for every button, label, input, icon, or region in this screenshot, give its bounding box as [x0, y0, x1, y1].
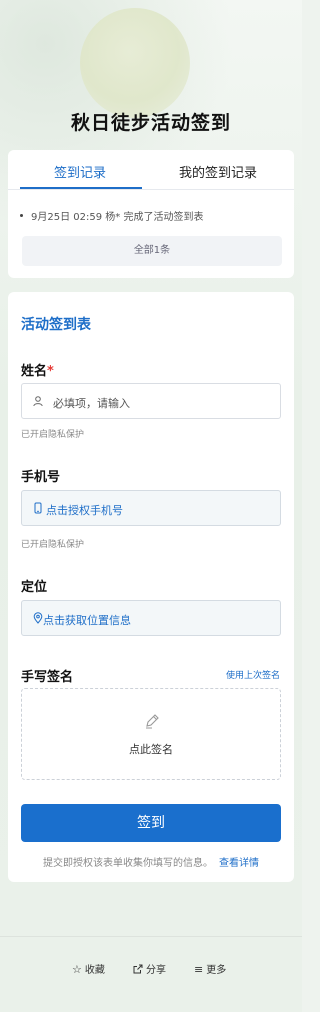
- name-input[interactable]: 必填项，请输入: [21, 383, 281, 419]
- favorite-button[interactable]: ☆ 收藏: [72, 961, 105, 976]
- phone-label: 手机号: [21, 470, 61, 485]
- share-button[interactable]: 分享: [133, 961, 166, 976]
- active-tab-indicator: [20, 187, 142, 189]
- pen-icon: [146, 714, 159, 729]
- record-item: 9月25日 02:59 杨* 完成了活动签到表: [20, 208, 203, 223]
- consent-text: 提交即授权该表单收集你填写的信息。: [43, 858, 213, 869]
- signature-pad[interactable]: 点此签名: [21, 688, 281, 780]
- required-mark: *: [47, 364, 54, 379]
- record-user: 杨*: [105, 212, 121, 223]
- authorize-phone-field[interactable]: 点击授权手机号: [21, 490, 281, 526]
- view-details-link[interactable]: 查看详情: [219, 858, 259, 869]
- share-icon: [133, 964, 143, 974]
- authorize-phone-text: 点击授权手机号: [46, 504, 123, 517]
- records-tabs: 签到记录 我的签到记录: [8, 150, 294, 190]
- star-icon: ☆: [72, 963, 82, 976]
- more-button[interactable]: ≡ 更多: [194, 961, 226, 976]
- name-label: 姓名*: [21, 360, 54, 379]
- get-location-field[interactable]: 点击获取位置信息: [21, 600, 281, 636]
- more-label: 更多: [206, 965, 227, 976]
- record-time: 9月25日 02:59: [31, 212, 103, 223]
- signature-label: 手写签名: [21, 670, 74, 685]
- favorite-label: 收藏: [84, 965, 105, 976]
- bottom-toolbar: ☆ 收藏 分享 ≡ 更多: [0, 936, 302, 1012]
- phone-icon: [34, 502, 42, 514]
- signature-placeholder: 点此签名: [129, 743, 173, 756]
- name-label-text: 姓名: [21, 364, 48, 379]
- use-last-signature-link[interactable]: 使用上次签名: [226, 668, 280, 681]
- records-card: 签到记录 我的签到记录 9月25日 02:59 杨* 完成了活动签到表 全部1条: [8, 150, 294, 278]
- name-privacy-hint: 已开启隐私保护: [21, 430, 85, 440]
- person-icon: [33, 396, 43, 407]
- page-title: 秋日徒步活动签到: [70, 112, 231, 134]
- phone-privacy-hint: 已开启隐私保护: [21, 540, 85, 550]
- record-action: 完成了活动签到表: [123, 212, 204, 223]
- get-location-text: 点击获取位置信息: [43, 614, 131, 627]
- bullet-icon: [20, 214, 23, 217]
- tab-my-checkin-records[interactable]: 我的签到记录: [179, 162, 257, 181]
- checkin-form-card: 活动签到表 姓名* 必填项，请输入 已开启隐私保护 手机号 点击授权手机号 已开…: [8, 292, 294, 882]
- consent-notice: 提交即授权该表单收集你填写的信息。 查看详情: [8, 854, 294, 869]
- menu-icon: ≡: [194, 963, 204, 976]
- tab-checkin-records[interactable]: 签到记录: [54, 162, 106, 181]
- background-leaf-decoration: [80, 8, 190, 118]
- name-input-placeholder: 必填项，请输入: [53, 397, 130, 410]
- location-label: 定位: [21, 580, 48, 595]
- share-label: 分享: [146, 965, 166, 976]
- form-title: 活动签到表: [21, 317, 91, 333]
- checkin-submit-button[interactable]: 签到: [21, 804, 281, 842]
- view-all-records-button[interactable]: 全部1条: [22, 236, 282, 266]
